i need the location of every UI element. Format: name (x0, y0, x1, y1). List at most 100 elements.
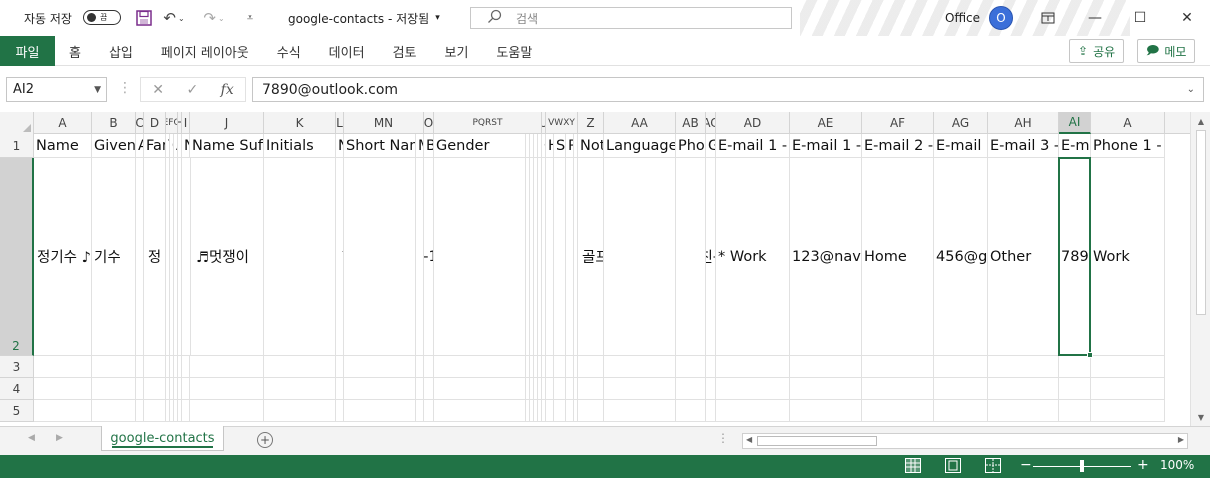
cell-ad2[interactable]: * Work (716, 158, 790, 356)
zoom-level[interactable]: 100% (1160, 458, 1194, 472)
cell-d5[interactable] (144, 400, 166, 422)
cell-w2[interactable] (554, 158, 566, 356)
chevron-down-icon[interactable]: ▼ (94, 85, 101, 95)
tab-insert[interactable]: 삽입 (95, 36, 147, 66)
cell-ai4[interactable] (1059, 378, 1091, 400)
cell-x1[interactable]: Priority (566, 134, 574, 158)
cell-ae2[interactable]: 123@naver.com (790, 158, 862, 356)
tab-data[interactable]: 데이터 (315, 36, 379, 66)
tab-review[interactable]: 검토 (379, 36, 431, 66)
cell-p1[interactable]: Gender (434, 134, 526, 158)
zoom-out-icon[interactable]: − (1020, 457, 1032, 473)
cell-l1[interactable]: Nickname (336, 134, 344, 158)
cell-n1[interactable]: Maiden Name (416, 134, 424, 158)
column-header-pqrst[interactable]: PQRST (434, 112, 542, 134)
sheet-tab-google-contacts[interactable]: google-contacts (101, 426, 224, 451)
cell-ae1[interactable]: E-mail 1 - Value (790, 134, 862, 158)
vertical-scrollbar[interactable]: ▲ ▼ (1190, 112, 1210, 426)
column-header-ab[interactable]: AB (676, 112, 706, 134)
row-header-5[interactable]: 5 (0, 400, 34, 422)
cell-k5[interactable] (264, 400, 336, 422)
scroll-thumb[interactable] (1196, 130, 1206, 315)
column-header-ae[interactable]: AE (790, 112, 862, 134)
column-header-mn[interactable]: MN (344, 112, 424, 134)
cell-af1[interactable]: E-mail 2 - Type (862, 134, 934, 158)
ribbon-display-options-icon[interactable] (1025, 0, 1071, 36)
cell-z1[interactable]: Notes (578, 134, 604, 158)
cell-n4[interactable] (416, 378, 424, 400)
cell-w5[interactable] (554, 400, 566, 422)
save-icon[interactable] (132, 0, 156, 36)
cell-o1[interactable]: Birthday (424, 134, 434, 158)
cell-ab5[interactable] (676, 400, 706, 422)
cell-ab1[interactable]: Photo (676, 134, 706, 158)
sheet-next-icon[interactable]: ▶ (56, 433, 63, 443)
cell-p5[interactable] (434, 400, 526, 422)
cell-aa4[interactable] (604, 378, 676, 400)
cell-x3[interactable] (566, 356, 574, 378)
cell-ab2[interactable] (676, 158, 706, 356)
row-header-4[interactable]: 4 (0, 378, 34, 400)
cell-v1[interactable]: Hobby (546, 134, 554, 158)
cell-aj2[interactable]: Work (1091, 158, 1165, 356)
cell-x4[interactable] (566, 378, 574, 400)
cell-a4[interactable] (34, 378, 92, 400)
cell-ab3[interactable] (676, 356, 706, 378)
scroll-up-icon[interactable]: ▲ (1191, 112, 1210, 130)
tab-help[interactable]: 도움말 (482, 36, 546, 66)
cell-a1[interactable]: Name (34, 134, 92, 158)
cell-ai1[interactable]: E-mail 3 - Value (1059, 134, 1091, 158)
cell-w4[interactable] (554, 378, 566, 400)
cell-k4[interactable] (264, 378, 336, 400)
column-header-ad[interactable]: AD (716, 112, 790, 134)
tab-formulas[interactable]: 수식 (263, 36, 315, 66)
cell-m2[interactable] (344, 158, 416, 356)
cell-x5[interactable] (566, 400, 574, 422)
cell-b2[interactable]: 기수 (92, 158, 136, 356)
cell-m4[interactable] (344, 378, 416, 400)
cancel-icon[interactable]: ✕ (152, 82, 164, 98)
cell-m3[interactable] (344, 356, 416, 378)
cell-ac2[interactable]: 내 친구들 (706, 158, 716, 356)
cell-aj1[interactable]: Phone 1 - Type (1091, 134, 1165, 158)
cell-c5[interactable] (136, 400, 144, 422)
cell-p2[interactable] (434, 158, 526, 356)
cell-j4[interactable] (190, 378, 264, 400)
cell-aj3[interactable] (1091, 356, 1165, 378)
cell-aa1[interactable]: Language (604, 134, 676, 158)
cell-ah5[interactable] (988, 400, 1059, 422)
cell-ad1[interactable]: E-mail 1 - Type (716, 134, 790, 158)
cell-a5[interactable] (34, 400, 92, 422)
cell-ai2[interactable]: 7890@outlook.com (1059, 158, 1091, 356)
insert-function-icon[interactable]: fx (221, 82, 234, 98)
cell-ae4[interactable] (790, 378, 862, 400)
cell-aa5[interactable] (604, 400, 676, 422)
cell-o3[interactable] (424, 356, 434, 378)
cell-k3[interactable] (264, 356, 336, 378)
close-icon[interactable]: ✕ (1164, 0, 1210, 36)
tab-page-layout[interactable]: 페이지 레이아웃 (147, 36, 263, 66)
cell-b4[interactable] (92, 378, 136, 400)
cell-j3[interactable] (190, 356, 264, 378)
formula-input[interactable]: 7890@outlook.com ⌄ (252, 77, 1204, 102)
column-header-d[interactable]: D (144, 112, 166, 134)
cell-a3[interactable] (34, 356, 92, 378)
cell-w3[interactable] (554, 356, 566, 378)
cell-ah1[interactable]: E-mail 3 - Type (988, 134, 1059, 158)
cell-ag2[interactable]: 456@gmail.com (934, 158, 988, 356)
expand-formula-bar-icon[interactable]: ⌄ (1187, 84, 1195, 95)
cell-ac1[interactable]: Group Membership (706, 134, 716, 158)
tab-splitter-icon[interactable]: ⋮ (717, 431, 729, 445)
cell-m5[interactable] (344, 400, 416, 422)
cell-b5[interactable] (92, 400, 136, 422)
cell-ah4[interactable] (988, 378, 1059, 400)
zoom-slider-thumb[interactable] (1080, 460, 1084, 472)
cell-ac4[interactable] (706, 378, 716, 400)
cell-ai3[interactable] (1059, 356, 1091, 378)
tab-home[interactable]: 홈 (55, 36, 95, 66)
cell-w1[interactable]: Sensitivity (554, 134, 566, 158)
cell-ac3[interactable] (706, 356, 716, 378)
cell-p4[interactable] (434, 378, 526, 400)
cell-af5[interactable] (862, 400, 934, 422)
cell-af4[interactable] (862, 378, 934, 400)
